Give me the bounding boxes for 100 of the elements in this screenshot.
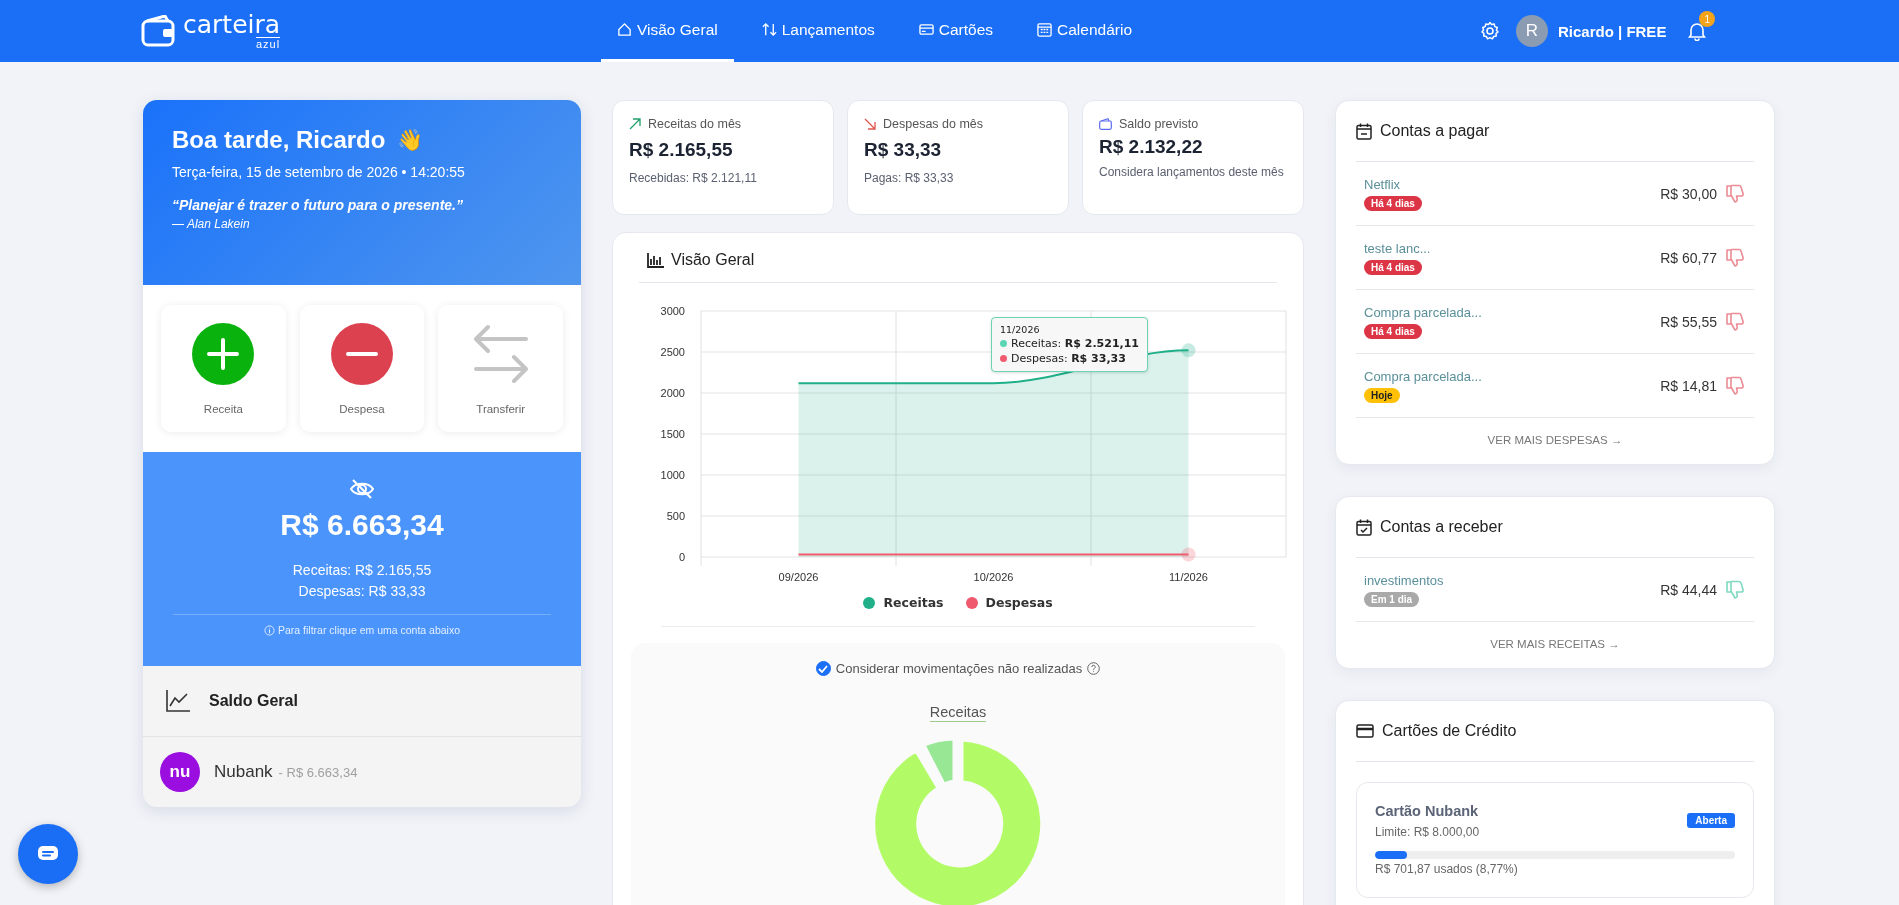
bar-chart-icon (647, 252, 664, 268)
summary-value: R$ 33,33 (864, 139, 943, 161)
x-axis-label: 09/2026 (778, 571, 819, 583)
quote-text: “Planejar é trazer o futuro para o presente.” (172, 197, 464, 213)
bill-row[interactable]: Compra parcelada... Hoje R$ 14,81 (1356, 354, 1754, 418)
wallet-icon (1099, 118, 1112, 130)
bank-logo: nu (160, 752, 200, 792)
summary-note: Pagas: R$ 33,33 (864, 170, 955, 187)
plus-circle-icon (192, 322, 255, 385)
transfer-arrows-icon (471, 322, 530, 385)
data-point[interactable] (1181, 547, 1196, 562)
see-more-link[interactable]: VER MAIS DESPESAS → (1356, 418, 1754, 464)
income-total: Receitas: R$ 2.165,55 (292, 561, 432, 580)
nav-tab[interactable]: Cartões (902, 0, 1010, 62)
eye-slash-icon[interactable] (349, 478, 375, 500)
checkbox-label: Considerar movimentações não realizadas (835, 661, 1083, 676)
calendar-icon (1356, 122, 1372, 140)
calendar-icon (1356, 518, 1372, 536)
credit-card-icon (1356, 724, 1374, 738)
tooltip-row: Despesas: R$ 33,33 (1011, 352, 1126, 365)
chat-bubble-icon (37, 845, 59, 863)
nav-tab[interactable]: Calendário (1021, 0, 1148, 62)
accounts-title: Saldo Geral (209, 692, 298, 710)
card-title: Contas a receber (1380, 518, 1503, 536)
card-title: Contas a pagar (1380, 122, 1490, 140)
arrow-up-right-icon (629, 118, 641, 130)
legend-item[interactable]: Despesas (965, 595, 1053, 610)
card-title: Visão Geral (671, 251, 755, 269)
bill-amount: R$ 30,00 (1660, 185, 1717, 202)
data-point[interactable] (1181, 343, 1196, 358)
checkbox[interactable] (815, 661, 831, 676)
bill-amount: R$ 14,81 (1660, 377, 1717, 394)
bill-name: Netflix (1364, 176, 1401, 192)
account-row[interactable]: nu Nubank - R$ 6.663,34 (143, 737, 581, 807)
account-balance: - R$ 6.663,34 (278, 764, 358, 780)
date-time: Terça-feira, 15 de setembro de 2026 • 14:20:55 (172, 164, 466, 180)
filter-hint: Para filtrar clique em uma conta abaixo (277, 624, 461, 636)
summary-value: R$ 2.165,55 (629, 139, 734, 161)
bill-amount: R$ 44,44 (1660, 581, 1717, 598)
credit-card-icon (918, 22, 934, 37)
notification-bell-icon[interactable] (1688, 21, 1707, 41)
x-axis-label: 10/2026 (973, 571, 1014, 583)
y-axis-label: 2000 (660, 387, 685, 399)
see-more-link[interactable]: VER MAIS RECEITAS → (1356, 622, 1754, 668)
credit-limit: Limite: R$ 8.000,00 (1375, 825, 1480, 839)
arrow-down-right-icon (864, 118, 876, 130)
credit-card-item[interactable]: Cartão Nubank Limite: R$ 8.000,00 Aberta R$ 701,87 usados (8,77%) (1356, 782, 1754, 898)
due-badge: Há 4 dias (1364, 259, 1422, 275)
settings-icon[interactable] (1480, 21, 1500, 41)
summary-value: R$ 2.132,22 (1099, 136, 1204, 158)
status-badge: Aberta (1687, 813, 1735, 828)
summary-note: Considera lançamentos deste mês (1099, 164, 1285, 181)
card-title: Cartões de Crédito (1382, 722, 1517, 740)
thumbs-down-icon[interactable] (1726, 247, 1744, 268)
bill-name: teste lanc... (1364, 240, 1431, 256)
quick-action-button[interactable]: Receita (161, 305, 286, 432)
bill-row[interactable]: Compra parcelada... Há 4 dias R$ 55,55 (1356, 290, 1754, 354)
summary-label: Saldo previsto (1119, 117, 1199, 131)
usage-text: R$ 701,87 usados (8,77%) (1375, 862, 1518, 876)
y-axis-label: 2500 (660, 346, 685, 358)
bill-name: Compra parcelada... (1364, 368, 1482, 384)
account-name: Nubank (214, 762, 273, 782)
legend-item[interactable]: Receitas (863, 595, 944, 610)
x-axis-label: 11/2026 (1169, 571, 1208, 583)
due-badge: Hoje (1364, 387, 1400, 403)
chat-button[interactable] (18, 824, 78, 884)
nav-tab[interactable]: Visão Geral (601, 0, 734, 62)
bill-name: investimentos (1364, 572, 1444, 588)
quick-action-button[interactable]: Transferir (438, 305, 563, 432)
line-chart-icon (165, 689, 191, 713)
brand-subtitle: azul (255, 37, 281, 50)
thumbs-down-icon[interactable] (1726, 183, 1744, 204)
help-icon[interactable] (1087, 662, 1101, 675)
home-icon (617, 22, 632, 37)
y-axis-label: 1000 (660, 469, 685, 481)
nav-tab[interactable]: Lançamentos (745, 0, 891, 62)
tooltip-row: Receitas: R$ 2.521,11 (1011, 337, 1139, 350)
bill-row[interactable]: teste lanc... Há 4 dias R$ 60,77 (1356, 226, 1754, 290)
donut-title: Receitas (929, 704, 987, 722)
info-icon (263, 624, 275, 636)
up-down-arrows-icon (761, 22, 777, 37)
thumbs-down-icon[interactable] (1726, 375, 1744, 396)
bill-row[interactable]: investimentos Em 1 dia R$ 44,44 (1356, 558, 1754, 622)
due-badge: Em 1 dia (1364, 591, 1420, 607)
summary-note: Recebidas: R$ 2.121,11 (629, 170, 758, 187)
bill-amount: R$ 55,55 (1660, 313, 1717, 330)
summary-label: Despesas do mês (883, 117, 984, 131)
thumbs-down-icon[interactable] (1726, 311, 1744, 332)
bill-name: Compra parcelada... (1364, 304, 1482, 320)
bill-amount: R$ 60,77 (1660, 249, 1717, 266)
quote-author: — Alan Lakein (172, 217, 251, 231)
due-badge: Há 4 dias (1364, 195, 1422, 211)
expense-total: Despesas: R$ 33,33 (298, 582, 426, 601)
y-axis-label: 500 (666, 510, 685, 522)
user-name[interactable]: Ricardo | FREE (1558, 22, 1667, 40)
thumbs-down-icon[interactable] (1726, 579, 1744, 600)
quick-action-button[interactable]: Despesa (299, 305, 425, 432)
summary-label: Receitas do mês (648, 117, 742, 131)
bill-row[interactable]: Netflix Há 4 dias R$ 30,00 (1356, 162, 1754, 226)
total-balance: R$ 6.663,34 (280, 508, 444, 542)
